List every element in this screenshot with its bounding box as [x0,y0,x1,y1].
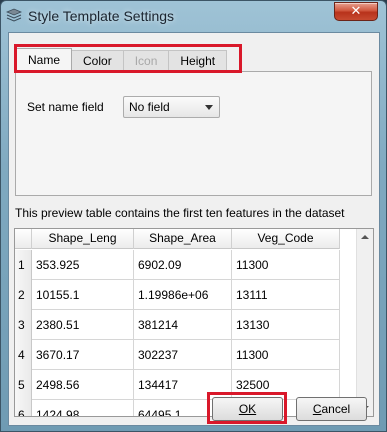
row-number[interactable]: 1 [15,250,32,280]
table-row[interactable]: 6 1424.98 64495.1 11300 [15,400,340,416]
table-cell[interactable]: 1.19986e+06 [134,280,232,310]
table-row[interactable]: 4 3670.17 302237 11300 [15,340,340,370]
tab-bar: Name Color Icon Height [16,48,228,72]
table-row[interactable]: 5 2498.56 134417 32500 [15,370,340,400]
name-field-value: No field [129,100,170,114]
close-icon: ✕ [350,4,362,19]
table-row[interactable]: 1 353.925 6902.09 11300 [15,250,340,280]
table-cell[interactable]: 302237 [134,340,232,370]
row-number[interactable]: 5 [15,370,32,400]
table-cell[interactable]: 2380.51 [32,310,134,340]
row-number[interactable]: 6 [15,400,32,416]
close-button[interactable]: ✕ [334,2,378,21]
table-cell[interactable]: 6902.09 [134,250,232,280]
column-header-veg-code[interactable]: Veg_Code [232,229,340,249]
preview-caption: This preview table contains the first te… [15,206,345,220]
table-cell[interactable]: 10155.1 [32,280,134,310]
chevron-down-icon [205,105,213,110]
table-cell[interactable]: 13130 [232,310,340,340]
dialog-body: Name Color Icon Height Set name field No… [8,32,380,426]
tab-icon: Icon [122,50,170,72]
table-cell[interactable]: 3670.17 [32,340,134,370]
row-number[interactable]: 3 [15,310,32,340]
table-cell[interactable]: 381214 [134,310,232,340]
table-row[interactable]: 2 10155.1 1.19986e+06 13111 [15,280,340,310]
tab-height[interactable]: Height [168,50,228,72]
name-tab-pane: Set name field No field [15,71,372,196]
name-field-label: Set name field [27,100,104,114]
table-cell[interactable]: 2498.56 [32,370,134,400]
table-cell[interactable]: 11300 [232,340,340,370]
table-cell[interactable]: 1424.98 [32,400,134,416]
row-number[interactable]: 4 [15,340,32,370]
tab-group: Name Color Icon Height Set name field No… [14,43,373,197]
arrow-up-icon [361,235,369,239]
tab-name[interactable]: Name [16,48,73,72]
table-row[interactable]: 3 2380.51 381214 13130 [15,310,340,340]
column-header-shape-area[interactable]: Shape_Area [134,229,232,249]
tab-color[interactable]: Color [71,50,124,72]
cancel-button[interactable]: Cancel [296,397,367,421]
table-corner[interactable] [15,229,32,249]
scroll-up-button[interactable] [357,229,373,245]
table-body: 1 353.925 6902.09 11300 2 10155.1 1.1998… [15,250,340,416]
dialog-window: Style Template Settings ✕ Name Color Ico… [0,0,387,432]
app-icon [6,8,22,22]
vertical-scrollbar[interactable] [356,229,373,416]
table-header: Shape_Leng Shape_Area Veg_Code [15,229,340,249]
ok-button[interactable]: OK [212,397,283,421]
table-cell[interactable]: 32500 [232,370,340,400]
table-cell[interactable]: 134417 [134,370,232,400]
title-bar[interactable]: Style Template Settings ✕ [1,1,386,31]
table-cell[interactable]: 11300 [232,250,340,280]
table-cell[interactable]: 353.925 [32,250,134,280]
window-title: Style Template Settings [28,8,175,24]
row-number[interactable]: 2 [15,280,32,310]
column-header-shape-leng[interactable]: Shape_Leng [32,229,134,249]
cancel-button-label: Cancel [312,402,351,416]
preview-table[interactable]: Shape_Leng Shape_Area Veg_Code 1 353.925… [14,228,374,417]
table-cell[interactable]: 13111 [232,280,340,310]
ok-button-label: OK [238,402,257,416]
name-field-select[interactable]: No field [123,96,220,118]
